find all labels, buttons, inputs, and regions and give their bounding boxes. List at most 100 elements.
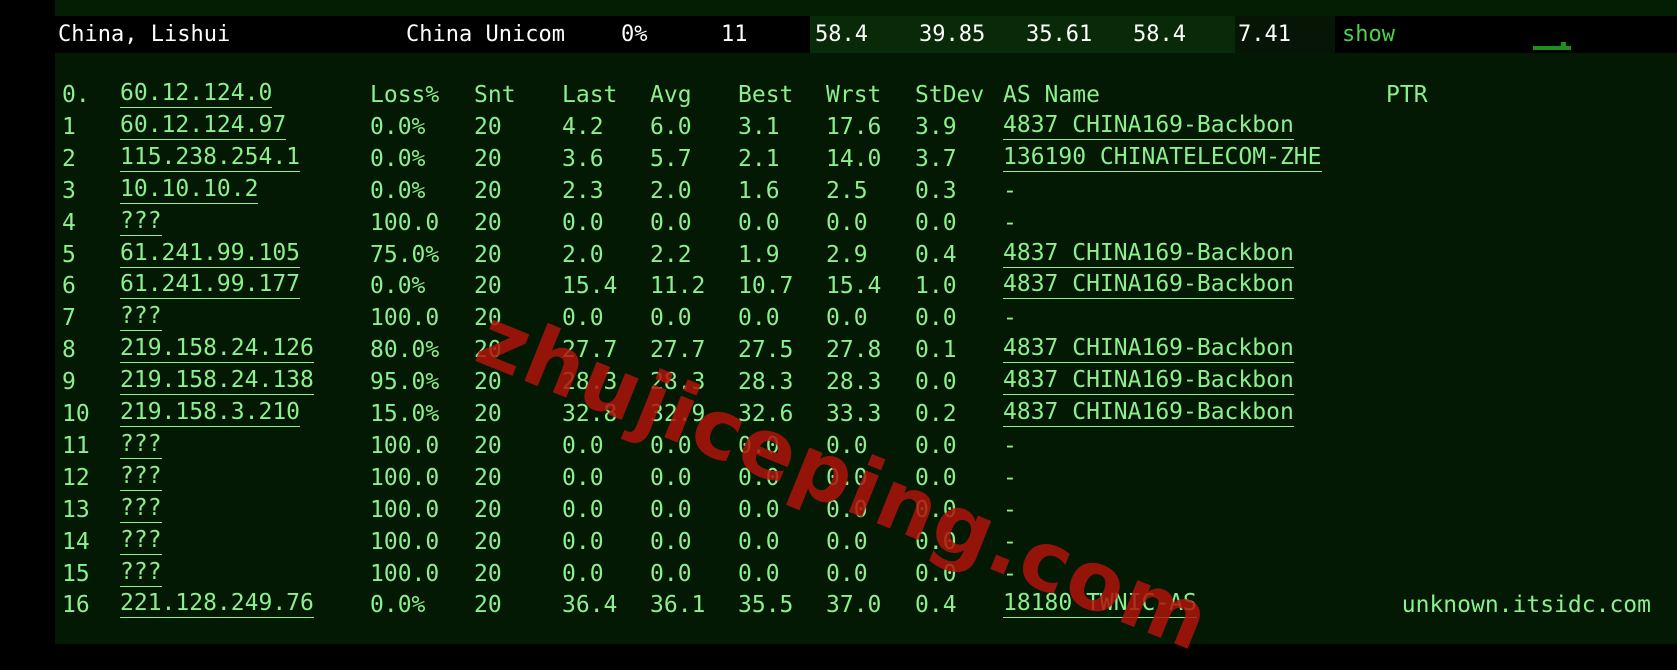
as-name-link: - <box>1003 496 1017 523</box>
hop-number: 8 <box>62 337 76 364</box>
header-row: 0. 60.12.124.0 Loss% Snt Last Avg Best Wrst StDe… <box>0 80 1677 110</box>
best-cell: 2.1 <box>738 145 780 172</box>
loss-cell: 0.0% <box>370 592 426 619</box>
hop-number: 2 <box>62 145 76 172</box>
worst-cell: 28.3 <box>826 369 882 396</box>
as-name-link[interactable]: 4837 CHINA169-Backbon <box>1003 271 1294 300</box>
header-ptr-cell: PTR <box>1386 82 1428 108</box>
hop-number: 4 <box>62 209 76 236</box>
best-cell: 1.9 <box>738 241 780 268</box>
hop-number: 10 <box>62 401 90 427</box>
hop-number: 13 <box>62 496 90 523</box>
latency-sparkline-icon <box>1533 42 1571 50</box>
table-row: 13??? 100.0 20 0.0 0.0 0.0 0.0 0.0 - <box>0 495 1677 525</box>
as-name-link: - <box>1003 432 1017 459</box>
worst-cell: 27.8 <box>826 337 882 364</box>
as-name-link[interactable]: 4837 CHINA169-Backbon <box>1003 112 1294 140</box>
worst-cell: 15.4 <box>826 273 882 300</box>
table-row: 9 219.158.24.138 95.0% 20 28.3 28.3 28.3 28.3 0.… <box>0 367 1677 397</box>
host-link[interactable]: 61.241.99.177 <box>120 271 301 300</box>
hop-number: 14 <box>62 528 90 555</box>
hop-number: 3 <box>62 177 76 204</box>
as-name-link[interactable]: 4837 CHINA169-Backbon <box>1003 240 1294 268</box>
hop-number: 16 <box>62 592 90 619</box>
table-row: 15??? 100.0 20 0.0 0.0 0.0 0.0 0.0 - <box>0 559 1677 589</box>
host-link[interactable]: 219.158.3.210 <box>120 399 301 427</box>
host-link[interactable]: ??? <box>120 303 162 332</box>
host-link[interactable]: ??? <box>120 431 162 459</box>
best-cell: 0.0 <box>738 209 780 236</box>
loss-cell: 100.0 <box>370 464 440 491</box>
as-name-link[interactable]: 4837 CHINA169-Backbon <box>1003 399 1294 427</box>
loss-cell: 100.0 <box>370 432 440 459</box>
best-cell: 1.6 <box>738 177 780 204</box>
host-link[interactable]: 221.128.249.76 <box>120 590 314 619</box>
as-name-link[interactable]: 4837 CHINA169-Backbon <box>1003 335 1294 364</box>
worst-cell: 17.6 <box>826 113 882 140</box>
stdev-cell: 0.4 <box>915 592 957 619</box>
as-name-link: - <box>1003 305 1017 332</box>
as-name-link[interactable]: 18180 TWNIC-AS <box>1003 590 1197 619</box>
summary-loss: 0% <box>621 22 648 47</box>
table-row: 2 115.238.254.1 0.0% 20 3.6 5.7 2.1 14.0 3.7 1361… <box>0 144 1677 174</box>
table-row: 4??? 100.0 20 0.0 0.0 0.0 0.0 0.0 - <box>0 208 1677 238</box>
best-cell: 0.0 <box>738 464 780 491</box>
ptr-cell: unknown.itsidc.com <box>1401 592 1651 619</box>
header-best-cell: Best <box>738 82 794 108</box>
host-link[interactable]: 10.10.10.2 <box>120 176 259 204</box>
best-cell: 32.6 <box>738 401 794 427</box>
host-link[interactable]: 219.158.24.138 <box>120 367 314 396</box>
summary-last: 58.4 <box>815 22 868 47</box>
avg-cell: 0.0 <box>650 464 692 491</box>
host-link[interactable]: 61.241.99.105 <box>120 240 301 268</box>
worst-cell: 37.0 <box>826 592 882 619</box>
host-link[interactable]: ??? <box>120 527 162 555</box>
table-row: 10 219.158.3.210 15.0% 20 32.8 32.9 32.6 33.3 0.… <box>0 399 1677 429</box>
sent-cell: 20 <box>474 177 502 204</box>
avg-cell: 5.7 <box>650 145 692 172</box>
stdev-cell: 0.0 <box>915 464 957 491</box>
hop-number: 11 <box>62 432 90 459</box>
host-link[interactable]: ??? <box>120 208 162 236</box>
last-cell: 0.0 <box>562 432 604 459</box>
worst-cell: 0.0 <box>826 528 868 555</box>
host-link[interactable]: 115.238.254.1 <box>120 144 301 172</box>
best-cell: 0.0 <box>738 560 780 587</box>
host-link[interactable]: ??? <box>120 463 162 491</box>
as-name-link[interactable]: 136190 CHINATELECOM-ZHE <box>1003 144 1322 172</box>
last-cell: 28.3 <box>562 369 618 396</box>
avg-cell: 11.2 <box>650 273 706 300</box>
worst-cell: 0.0 <box>826 305 868 332</box>
sent-cell: 20 <box>474 369 502 396</box>
sent-cell: 20 <box>474 432 502 459</box>
sent-cell: 20 <box>474 592 502 619</box>
sent-cell: 20 <box>474 528 502 555</box>
last-cell: 36.4 <box>562 592 618 619</box>
hop-number: 6 <box>62 273 76 300</box>
host-link[interactable]: 60.12.124.97 <box>120 112 287 140</box>
as-name-link[interactable]: 4837 CHINA169-Backbon <box>1003 367 1294 396</box>
host-link[interactable]: 219.158.24.126 <box>120 335 314 364</box>
avg-cell: 0.0 <box>650 305 692 332</box>
last-cell: 27.7 <box>562 337 618 364</box>
table-row: 3 10.10.10.2 0.0% 20 2.3 2.0 1.6 2.5 0.3 - <box>0 176 1677 206</box>
host-link[interactable]: ??? <box>120 559 162 587</box>
summary-best: 35.61 <box>1026 22 1093 47</box>
last-cell: 0.0 <box>562 528 604 555</box>
worst-cell: 0.0 <box>826 464 868 491</box>
last-cell: 0.0 <box>562 560 604 587</box>
table-row: 6 61.241.99.177 0.0% 20 15.4 11.2 10.7 15.4 1.0 4… <box>0 271 1677 301</box>
summary-worst: 58.4 <box>1133 22 1186 47</box>
best-cell: 10.7 <box>738 273 794 300</box>
host-link[interactable]: ??? <box>120 495 162 523</box>
stdev-cell: 0.0 <box>915 209 957 236</box>
header-host-link[interactable]: 60.12.124.0 <box>120 80 273 108</box>
loss-cell: 100.0 <box>370 496 440 523</box>
hop-number: 12 <box>62 464 90 491</box>
show-link[interactable]: show <box>1342 16 1395 53</box>
sent-cell: 20 <box>474 401 502 427</box>
best-cell: 0.0 <box>738 528 780 555</box>
sent-cell: 20 <box>474 305 502 332</box>
stdev-cell: 0.4 <box>915 241 957 268</box>
avg-cell: 2.0 <box>650 177 692 204</box>
